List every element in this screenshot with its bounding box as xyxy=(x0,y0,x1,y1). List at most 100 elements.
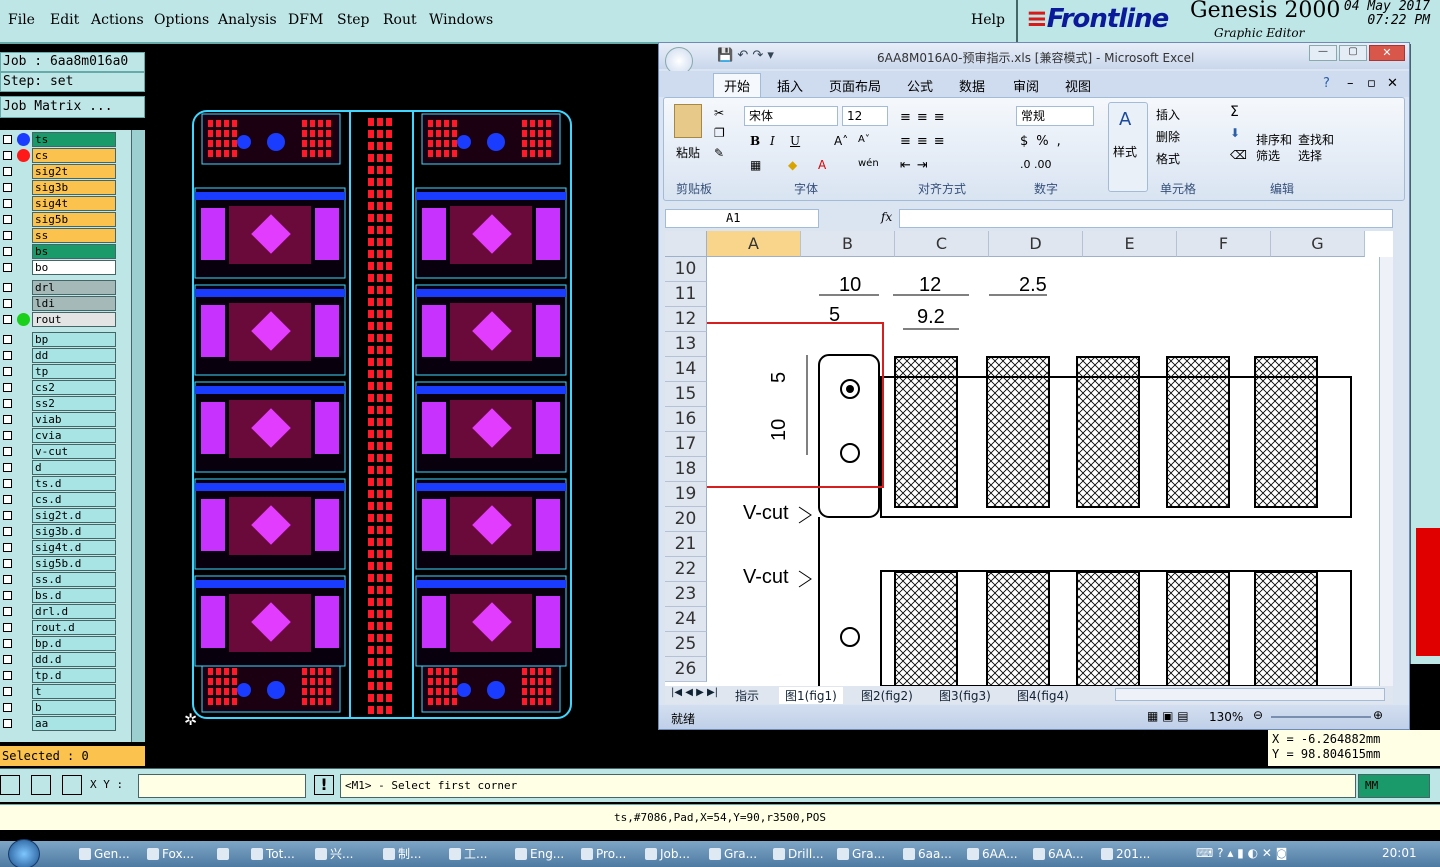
tray-icons[interactable]: ⌨ ? ▴ ▮ ◐ ✕ ◙ xyxy=(1196,846,1287,860)
currency-percent-icons[interactable]: $%, xyxy=(1020,134,1069,149)
worksheet[interactable]: A B C D E F G 10 11 12 13 14 15 16 17 18 19 20 21 22 23 24 25 2… xyxy=(665,231,1393,686)
zoom-level[interactable]: 130% xyxy=(1209,710,1243,724)
layer-row[interactable]: dd.d xyxy=(0,652,118,667)
tab-insert[interactable]: 插入 xyxy=(777,76,803,95)
layer-checkbox[interactable] xyxy=(3,215,12,224)
copy-icon[interactable]: ❐ xyxy=(714,126,725,140)
row-header[interactable]: 26 xyxy=(665,657,707,682)
column-header[interactable]: A xyxy=(707,231,801,257)
menu-options[interactable]: Options xyxy=(154,12,209,28)
font-size-select[interactable]: 12 xyxy=(842,106,888,126)
layer-row[interactable]: tp.d xyxy=(0,668,118,683)
layer-row[interactable]: sig5b.d xyxy=(0,556,118,571)
taskbar-item[interactable]: Fox... xyxy=(144,844,194,865)
layer-checkbox[interactable] xyxy=(3,283,12,292)
layer-row[interactable]: bp xyxy=(0,332,118,347)
decimal-icons[interactable]: .0 .00 xyxy=(1020,158,1052,171)
taskbar-item[interactable]: 201... xyxy=(1098,844,1150,865)
layer-row[interactable]: rout xyxy=(0,312,118,327)
layer-checkbox[interactable] xyxy=(3,367,12,376)
layer-row[interactable]: ss2 xyxy=(0,396,118,411)
units-toggle[interactable]: MM xyxy=(1358,774,1430,798)
layer-name[interactable]: ss2 xyxy=(32,396,116,411)
layer-name[interactable]: ts xyxy=(32,132,116,147)
row-header[interactable]: 21 xyxy=(665,532,707,557)
layer-name[interactable]: sig4t xyxy=(32,196,116,211)
taskbar-item[interactable]: Tot... xyxy=(248,844,295,865)
tab-page-layout[interactable]: 页面布局 xyxy=(829,76,881,95)
layer-row[interactable]: drl.d xyxy=(0,604,118,619)
font-name-select[interactable]: 宋体 xyxy=(744,106,838,126)
layer-checkbox[interactable] xyxy=(3,447,12,456)
layer-row[interactable]: t xyxy=(0,684,118,699)
row-header[interactable]: 13 xyxy=(665,332,707,357)
layer-row[interactable]: b xyxy=(0,700,118,715)
layer-checkbox[interactable] xyxy=(3,687,12,696)
cut-icon[interactable]: ✂ xyxy=(714,106,724,120)
layer-row[interactable]: bs xyxy=(0,244,118,259)
ribbon-close-icon[interactable]: ✕ xyxy=(1387,76,1398,91)
layer-checkbox[interactable] xyxy=(3,543,12,552)
column-header[interactable]: G xyxy=(1271,231,1365,257)
row-header[interactable]: 23 xyxy=(665,582,707,607)
zoom-slider[interactable] xyxy=(1271,716,1371,718)
format-cells-button[interactable]: 格式 xyxy=(1156,150,1180,167)
column-header[interactable]: C xyxy=(895,231,989,257)
layer-name[interactable]: ts.d xyxy=(32,476,116,491)
alert-icon[interactable]: ! xyxy=(314,775,334,795)
column-header[interactable]: B xyxy=(801,231,895,257)
taskbar-item[interactable]: Gra... xyxy=(834,844,885,865)
layer-checkbox[interactable] xyxy=(3,183,12,192)
tab-scroll-icons[interactable]: |◀ ◀ ▶ ▶| xyxy=(671,687,718,698)
sort-filter-button[interactable]: 排序和 筛选 xyxy=(1256,132,1292,164)
row-header[interactable]: 25 xyxy=(665,632,707,657)
italic-icon[interactable]: I xyxy=(770,134,775,148)
layer-color-dot-icon[interactable] xyxy=(17,149,30,162)
layer-row[interactable]: cs.d xyxy=(0,492,118,507)
layer-name[interactable]: drl.d xyxy=(32,604,116,619)
taskbar-item[interactable]: 工... xyxy=(446,844,487,865)
autosum-icon[interactable]: Σ xyxy=(1230,104,1239,120)
layer-name[interactable]: dd xyxy=(32,348,116,363)
layer-name[interactable]: sig2t xyxy=(32,164,116,179)
layer-row[interactable]: bp.d xyxy=(0,636,118,651)
zoom-in-icon[interactable]: ⊕ xyxy=(1373,708,1383,722)
zoom-out-icon[interactable]: ⊖ xyxy=(1253,708,1263,722)
row-header[interactable]: 17 xyxy=(665,432,707,457)
row-header[interactable]: 18 xyxy=(665,457,707,482)
layer-name[interactable]: cs.d xyxy=(32,492,116,507)
row-header[interactable]: 15 xyxy=(665,382,707,407)
taskbar-item[interactable]: 6aa... xyxy=(900,844,952,865)
view-buttons-icon[interactable]: ▦ ▣ ▤ xyxy=(1147,709,1189,723)
menu-edit[interactable]: Edit xyxy=(50,12,79,28)
column-header[interactable]: D xyxy=(989,231,1083,257)
layer-row[interactable]: cs2 xyxy=(0,380,118,395)
taskbar-item[interactable]: Eng... xyxy=(512,844,564,865)
layer-name[interactable]: sig5b.d xyxy=(32,556,116,571)
taskbar-item[interactable]: 兴... xyxy=(312,844,353,865)
layer-row[interactable]: sig2t xyxy=(0,164,118,179)
layer-row[interactable]: sig5b xyxy=(0,212,118,227)
find-select-button[interactable]: 查找和 选择 xyxy=(1298,132,1334,164)
layer-row[interactable]: cvia xyxy=(0,428,118,443)
layer-checkbox[interactable] xyxy=(3,495,12,504)
job-matrix-button[interactable]: Job Matrix ... xyxy=(0,96,145,118)
taskbar-item[interactable]: Job... xyxy=(642,844,690,865)
layer-color-dot-icon[interactable] xyxy=(17,133,30,146)
layer-checkbox[interactable] xyxy=(3,263,12,272)
start-button-icon[interactable] xyxy=(8,839,40,867)
maximize-icon[interactable]: ▢ xyxy=(1339,45,1367,61)
layer-row[interactable]: tp xyxy=(0,364,118,379)
shrink-font-icon[interactable]: A˅ xyxy=(858,134,870,145)
layer-row[interactable]: drl xyxy=(0,280,118,295)
column-header[interactable]: E xyxy=(1083,231,1177,257)
underline-icon[interactable]: U xyxy=(790,134,800,148)
layer-row[interactable]: bo xyxy=(0,260,118,275)
layer-checkbox[interactable] xyxy=(3,247,12,256)
fx-icon[interactable]: fx xyxy=(881,210,892,224)
menu-actions[interactable]: Actions xyxy=(91,12,144,28)
vertical-scrollbar[interactable] xyxy=(1379,257,1393,686)
layer-name[interactable]: sig5b xyxy=(32,212,116,227)
layer-name[interactable]: bo xyxy=(32,260,116,275)
layer-checkbox[interactable] xyxy=(3,639,12,648)
